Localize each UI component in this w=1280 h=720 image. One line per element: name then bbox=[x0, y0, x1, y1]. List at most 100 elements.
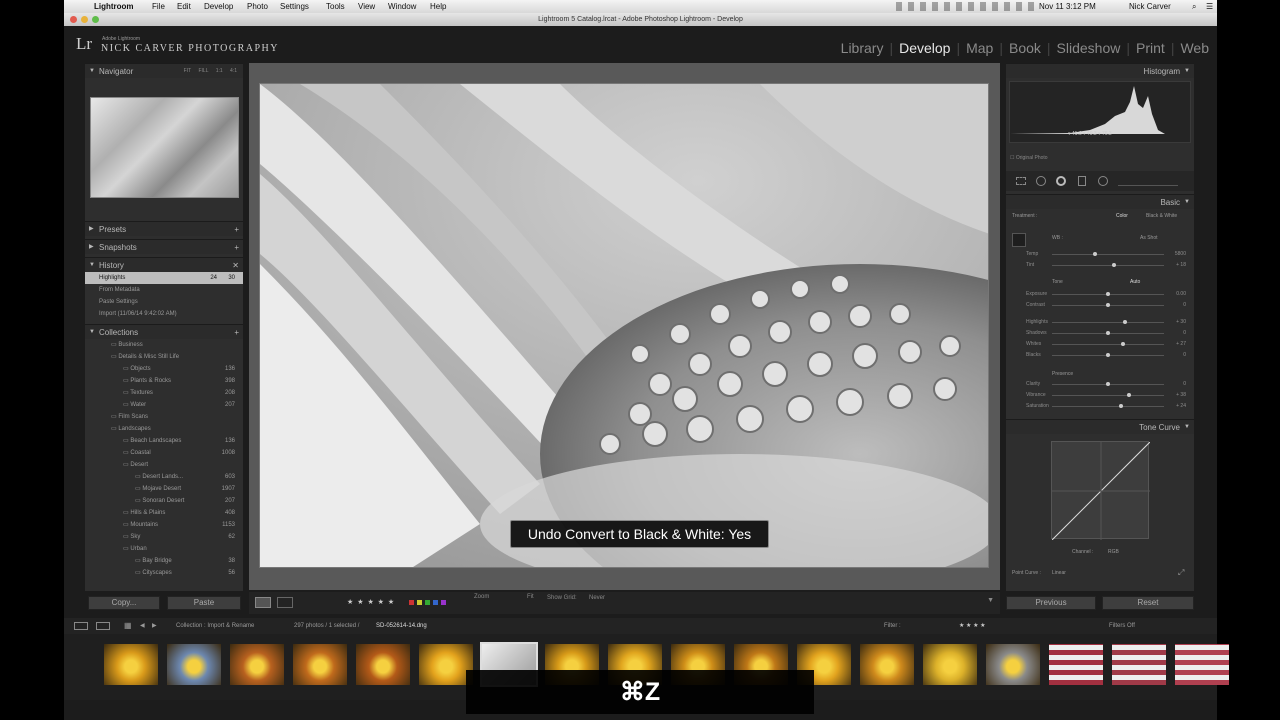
filmstrip-thumb[interactable] bbox=[230, 644, 284, 685]
slider-value[interactable]: 0 bbox=[1183, 379, 1186, 390]
tone-curve-header[interactable]: Tone Curve ▼ bbox=[1006, 419, 1194, 434]
menu-help[interactable]: Help bbox=[430, 0, 446, 13]
filter-stars[interactable]: ★ ★ ★ ★ bbox=[959, 618, 986, 634]
slider-value[interactable]: 5800 bbox=[1175, 249, 1186, 260]
collection-item[interactable]: ▭ Coastal 1008 bbox=[85, 447, 243, 459]
filmstrip-thumb[interactable] bbox=[923, 644, 977, 685]
slider-knob[interactable] bbox=[1106, 292, 1110, 296]
treatment-color[interactable]: Color bbox=[1116, 213, 1128, 219]
module-web[interactable]: Web bbox=[1180, 40, 1209, 56]
filmstrip-thumb[interactable] bbox=[1175, 644, 1229, 685]
navigator-preview[interactable] bbox=[90, 97, 239, 198]
collection-item[interactable]: ▭ Business bbox=[85, 339, 243, 351]
list-icon[interactable]: ☰ bbox=[1206, 0, 1213, 13]
filmstrip-thumb[interactable] bbox=[860, 644, 914, 685]
filmstrip-thumb[interactable] bbox=[1049, 644, 1103, 685]
filters-select[interactable]: Filters Off bbox=[1109, 618, 1135, 634]
filmstrip-source[interactable]: Collection : Import & Rename bbox=[176, 618, 254, 634]
secondary-window-icon[interactable] bbox=[96, 622, 110, 630]
slider-track[interactable] bbox=[1052, 265, 1164, 266]
histogram-header[interactable]: Histogram ▼ bbox=[1006, 63, 1194, 78]
adjustment-brush-icon[interactable] bbox=[1118, 176, 1178, 186]
collection-item[interactable]: ▭ Landscapes bbox=[85, 423, 243, 435]
zoom-window-icon[interactable] bbox=[92, 16, 99, 23]
red-eye-icon[interactable] bbox=[1056, 176, 1066, 186]
green-label-icon[interactable] bbox=[425, 600, 430, 605]
collection-item[interactable]: ▭ Mojave Desert 1907 bbox=[85, 483, 243, 495]
search-icon[interactable]: ⌕ bbox=[1192, 0, 1196, 13]
show-grid-select[interactable]: Never bbox=[589, 595, 605, 601]
filmstrip-thumb[interactable] bbox=[356, 644, 410, 685]
slider-value[interactable]: + 27 bbox=[1176, 339, 1186, 350]
paste-button[interactable]: Paste bbox=[167, 596, 241, 610]
slider-track[interactable] bbox=[1052, 395, 1164, 396]
module-map[interactable]: Map bbox=[966, 40, 993, 56]
wb-select[interactable]: As Shot bbox=[1140, 235, 1158, 241]
filmstrip-thumb[interactable] bbox=[104, 644, 158, 685]
collection-item[interactable]: ▭ Sky 62 bbox=[85, 531, 243, 543]
menu-develop[interactable]: Develop bbox=[204, 0, 233, 13]
filmstrip-thumb[interactable] bbox=[167, 644, 221, 685]
menu-window[interactable]: Window bbox=[388, 0, 416, 13]
treatment-bw[interactable]: Black & White bbox=[1146, 213, 1177, 219]
purple-label-icon[interactable] bbox=[441, 600, 446, 605]
history-header[interactable]: ▼ History ✕ bbox=[85, 257, 243, 272]
yellow-label-icon[interactable] bbox=[417, 600, 422, 605]
graduated-filter-icon[interactable] bbox=[1078, 176, 1086, 186]
channel-select[interactable]: RGB bbox=[1108, 549, 1119, 555]
red-label-icon[interactable] bbox=[409, 600, 414, 605]
snapshots-header[interactable]: ▶ Snapshots + bbox=[85, 239, 243, 254]
menu-view[interactable]: View bbox=[358, 0, 375, 13]
presets-header[interactable]: ▶ Presets + bbox=[85, 221, 243, 236]
collection-item[interactable]: ▭ Objects 136 bbox=[85, 363, 243, 375]
loupe-view-icon[interactable] bbox=[255, 597, 271, 608]
slider-knob[interactable] bbox=[1120, 342, 1125, 346]
auto-tone-button[interactable]: Auto bbox=[1130, 279, 1140, 285]
forward-arrow-icon[interactable]: ▶ bbox=[152, 618, 157, 634]
slider-knob[interactable] bbox=[1111, 263, 1116, 267]
minimize-window-icon[interactable] bbox=[81, 16, 88, 23]
filmstrip-thumb[interactable] bbox=[986, 644, 1040, 685]
slider-knob[interactable] bbox=[1106, 331, 1110, 335]
collection-item[interactable]: ▭ Beach Landscapes 136 bbox=[85, 435, 243, 447]
slider-value[interactable]: + 24 bbox=[1176, 401, 1186, 412]
basic-header[interactable]: Basic ▼ bbox=[1006, 194, 1194, 209]
module-book[interactable]: Book bbox=[1009, 40, 1041, 56]
slider-knob[interactable] bbox=[1106, 303, 1110, 307]
collection-item[interactable]: ▭ Desert bbox=[85, 459, 243, 471]
filmstrip-thumb[interactable] bbox=[293, 644, 347, 685]
point-curve-select[interactable]: Linear bbox=[1052, 570, 1066, 576]
main-photo[interactable] bbox=[259, 83, 989, 568]
module-develop[interactable]: Develop bbox=[899, 40, 950, 56]
slider-value[interactable]: + 38 bbox=[1176, 390, 1186, 401]
module-slideshow[interactable]: Slideshow bbox=[1057, 40, 1121, 56]
original-photo-checkbox[interactable]: ☐ Original Photo bbox=[1010, 155, 1048, 161]
collections-header[interactable]: ▼ Collections + bbox=[85, 324, 243, 339]
slider-track[interactable] bbox=[1052, 254, 1164, 255]
radial-filter-icon[interactable] bbox=[1098, 176, 1108, 186]
collection-item[interactable]: ▭ Hills & Plains 408 bbox=[85, 507, 243, 519]
collection-item[interactable]: ▭ Mountains 1153 bbox=[85, 519, 243, 531]
collection-item[interactable]: ▭ Details & Misc Still Life bbox=[85, 351, 243, 363]
filmstrip-thumb[interactable] bbox=[1112, 644, 1166, 685]
slider-value[interactable]: + 30 bbox=[1176, 317, 1186, 328]
menu-tools[interactable]: Tools bbox=[326, 0, 345, 13]
module-library[interactable]: Library bbox=[841, 40, 884, 56]
previous-button[interactable]: Previous bbox=[1006, 596, 1096, 610]
navigator-header[interactable]: ▼ Navigator FIT FILL 1:1 4:1 bbox=[85, 63, 243, 78]
module-print[interactable]: Print bbox=[1136, 40, 1165, 56]
primary-window-icon[interactable] bbox=[74, 622, 88, 630]
menu-app[interactable]: Lightroom bbox=[94, 0, 134, 13]
slider-track[interactable] bbox=[1052, 344, 1164, 345]
collection-item[interactable]: ▭ Desert Lands... 603 bbox=[85, 471, 243, 483]
collection-item[interactable]: ▭ Plants & Rocks 398 bbox=[85, 375, 243, 387]
slider-track[interactable] bbox=[1052, 322, 1164, 323]
collection-item[interactable]: ▭ Urban bbox=[85, 543, 243, 555]
toolbar-menu-icon[interactable]: ▼ bbox=[987, 597, 994, 604]
menu-edit[interactable]: Edit bbox=[177, 0, 191, 13]
history-item[interactable]: Paste Settings bbox=[85, 296, 243, 308]
menu-photo[interactable]: Photo bbox=[247, 0, 268, 13]
filmstrip-thumb[interactable] bbox=[419, 644, 473, 685]
reset-button[interactable]: Reset bbox=[1102, 596, 1194, 610]
collection-item[interactable]: ▭ Sonoran Desert 207 bbox=[85, 495, 243, 507]
